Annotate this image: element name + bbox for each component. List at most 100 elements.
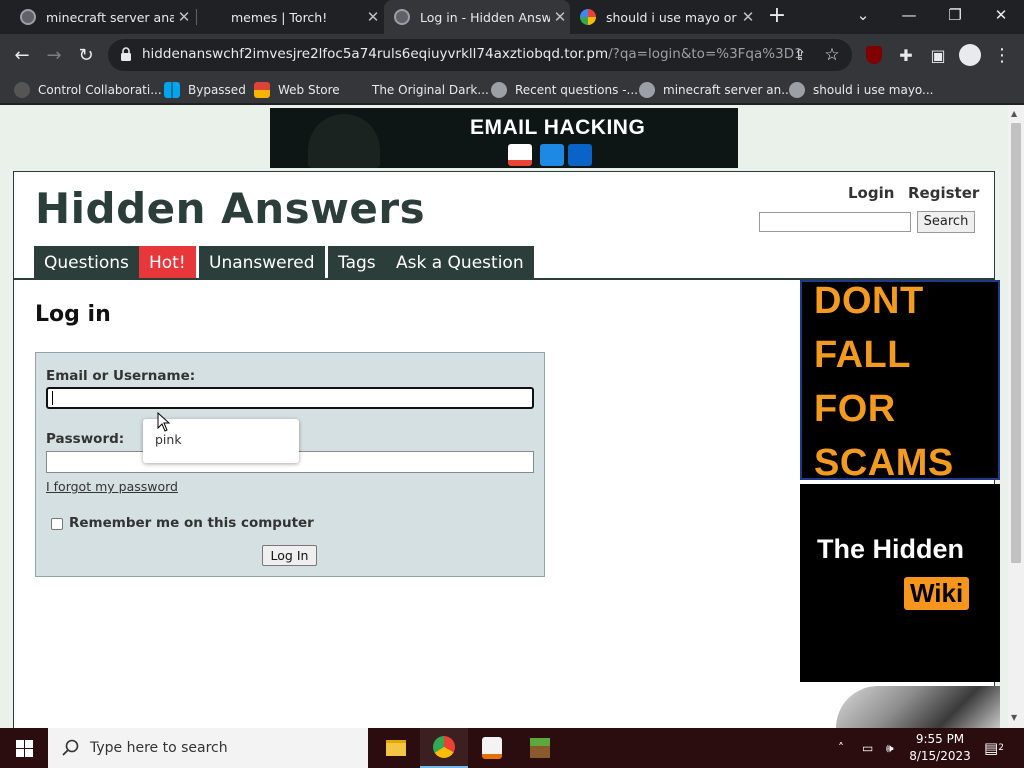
tab-strip: minecraft server anarchy ✕ memes | Torch… [0, 0, 1024, 34]
ad-line: SCAMS [814, 442, 954, 484]
taskbar-search-box[interactable]: Type here to search [48, 728, 368, 768]
tab-title: should i use mayo or b [606, 9, 738, 25]
bookmark-original-dark[interactable]: The Original Dark... [372, 80, 489, 100]
windows-start-button[interactable] [0, 728, 48, 768]
minimize-button[interactable]: — [886, 0, 932, 30]
webstore-icon [254, 82, 270, 98]
bookmark-recent-questions[interactable]: Recent questions -... [491, 80, 638, 100]
third-ad-image[interactable] [836, 686, 1000, 728]
file-explorer-icon[interactable] [372, 728, 420, 768]
new-tab-button[interactable]: + [760, 0, 794, 30]
java-icon[interactable] [468, 728, 516, 768]
email-field[interactable] [46, 387, 534, 409]
globe-icon [394, 9, 410, 25]
forward-icon[interactable]: → [38, 39, 70, 71]
bookmark-label: should i use mayo... [813, 83, 934, 97]
autofill-suggestion[interactable]: pink [155, 432, 182, 447]
profile-avatar-icon[interactable] [954, 39, 986, 71]
ublock-icon[interactable] [858, 39, 890, 71]
mail-icon [540, 144, 564, 166]
back-icon[interactable]: ← [6, 39, 38, 71]
minecraft-icon[interactable] [516, 728, 564, 768]
site-search-button[interactable]: Search [917, 211, 975, 233]
side-panel-icon[interactable]: ▣ [922, 39, 954, 71]
star-icon[interactable]: ☆ [816, 39, 848, 71]
nav-ask-question[interactable]: Ask a Question [386, 246, 534, 280]
lock-icon[interactable] [120, 47, 132, 62]
taskbar-clock[interactable]: 9:55 PM 8/15/2023 [906, 731, 974, 765]
text-caret [52, 391, 53, 405]
close-icon[interactable]: ✕ [738, 8, 758, 26]
ad-line: DONT [814, 280, 924, 322]
address-bar[interactable]: hiddenanswchf2imvesjre2lfoc5a74ruls6eqiu… [108, 39, 852, 71]
reload-icon[interactable]: ↻ [70, 39, 102, 71]
dont-fall-for-scams-ad[interactable]: DONT FALL FOR SCAMS [800, 280, 1000, 484]
nav-unanswered[interactable]: Unanswered [199, 246, 325, 280]
bookmark-label: Recent questions -... [515, 83, 638, 97]
scroll-up-icon[interactable]: ▲ [1011, 109, 1017, 118]
extensions-icon[interactable]: ✚ [890, 39, 922, 71]
globe-icon [639, 82, 655, 98]
close-window-button[interactable]: ✕ [978, 0, 1024, 30]
windows-taskbar: Type here to search ˄ ▭ 🕪 9:55 PM 8/15/2… [0, 728, 1024, 768]
maximize-button[interactable]: ❐ [932, 0, 978, 30]
tab-minecraft[interactable]: minecraft server anarchy ✕ [8, 0, 194, 34]
chrome-icon[interactable] [420, 728, 468, 768]
close-icon[interactable]: ✕ [174, 8, 194, 26]
share-icon[interactable]: ⇪ [784, 39, 816, 71]
taskbar-search-placeholder: Type here to search [90, 740, 228, 756]
network-icon[interactable]: ▭ [862, 728, 873, 768]
bookmark-minecraft[interactable]: minecraft server an... [639, 80, 793, 100]
nav-questions[interactable]: Questions [34, 246, 139, 280]
bookmark-label: Control Collaborati... [38, 83, 162, 97]
bookmark-label: Bypassed [188, 83, 246, 97]
login-submit-button[interactable]: Log In [262, 545, 317, 566]
browser-toolbar: ← → ↻ hiddenanswchf2imvesjre2lfoc5a74rul… [0, 34, 1024, 76]
bookmark-label: The Original Dark... [372, 83, 489, 97]
page-scrollbar[interactable]: ▲ ▼ [1008, 105, 1024, 728]
tray-chevron-icon[interactable]: ˄ [838, 728, 844, 768]
close-icon[interactable]: ✕ [550, 8, 570, 26]
tab-torch[interactable]: memes | Torch! ✕ [197, 0, 383, 34]
hacker-figure-image [308, 114, 380, 168]
tab-title: memes | Torch! [231, 9, 328, 25]
bookmark-mayo[interactable]: should i use mayo... [789, 80, 934, 100]
hidden-wiki-ad[interactable]: The Hidden Wiki [800, 484, 1000, 682]
ad-title: The Hidden [817, 534, 964, 564]
tab-mayo[interactable]: should i use mayo or b ✕ [572, 0, 758, 34]
login-form: Email or Username: Password: I forgot my… [35, 352, 545, 577]
register-link[interactable]: Register [908, 184, 979, 202]
forgot-password-link[interactable]: I forgot my password [46, 479, 178, 494]
login-link[interactable]: Login [848, 184, 894, 202]
site-logo[interactable]: Hidden Answers [35, 184, 425, 233]
mouse-cursor-icon [157, 412, 171, 432]
email-hacking-banner-ad[interactable]: EMAIL HACKING [270, 108, 738, 168]
globe-icon [20, 9, 36, 25]
remember-me-label[interactable]: Remember me on this computer [69, 515, 314, 531]
ad-line: FOR [814, 388, 896, 430]
nav-hot[interactable]: Hot! [139, 246, 196, 280]
remember-me-checkbox[interactable] [51, 518, 63, 530]
url-path: /?qa=login&to=%3Fqa%3D12366... [608, 46, 802, 62]
password-label: Password: [46, 431, 125, 447]
clock-date: 8/15/2023 [909, 749, 971, 763]
menu-icon[interactable]: ⋮ [986, 39, 1018, 71]
close-icon[interactable]: ✕ [363, 8, 383, 26]
tab-title: Log in - Hidden Answers [420, 9, 550, 25]
windows-icon [164, 82, 180, 98]
outlook-icon [568, 144, 592, 166]
site-search-input[interactable] [759, 212, 911, 232]
bookmark-control-collaboration[interactable]: Control Collaborati... [14, 80, 162, 100]
tab-search-icon[interactable]: ⌄ [840, 0, 886, 30]
google-icon [580, 9, 596, 25]
tab-hidden-answers[interactable]: Log in - Hidden Answers ✕ [384, 0, 570, 34]
scrollbar-thumb[interactable] [1011, 123, 1021, 563]
scroll-down-icon[interactable]: ▼ [1011, 713, 1017, 722]
nav-tags[interactable]: Tags [328, 246, 386, 280]
volume-icon[interactable]: 🕪 [886, 728, 894, 768]
notifications-icon[interactable]: ▤ 2 [984, 728, 1004, 768]
banner-text: EMAIL HACKING [470, 116, 646, 139]
bookmark-web-store[interactable]: Web Store [254, 80, 340, 100]
windows-logo-icon [15, 739, 33, 757]
bookmark-bypassed[interactable]: Bypassed [164, 80, 246, 100]
